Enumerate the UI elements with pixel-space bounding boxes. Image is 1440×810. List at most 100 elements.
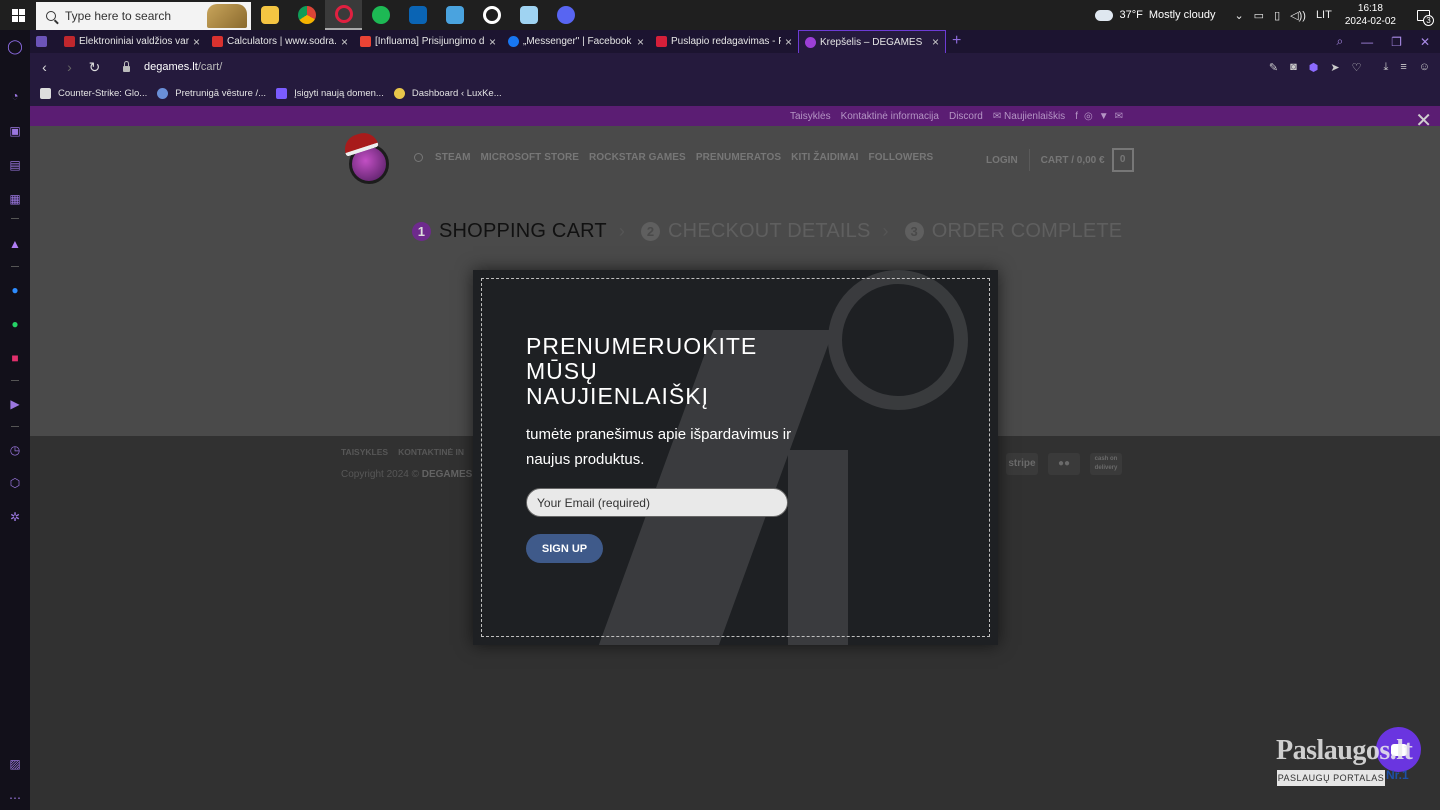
profile-icon[interactable]: ☺ <box>1419 61 1430 74</box>
bookmark-item[interactable]: Dashboard ‹ LuxKe... <box>393 88 502 99</box>
whatsapp-icon[interactable]: ● <box>7 316 23 332</box>
search-icon[interactable] <box>414 153 423 162</box>
maximize-icon[interactable]: ❐ <box>1391 35 1402 49</box>
minimize-icon[interactable]: — <box>1361 35 1373 49</box>
chevron-up-icon[interactable]: ⌄ <box>1234 9 1243 22</box>
discord-app-icon[interactable] <box>547 0 584 30</box>
step-number: 1 <box>412 222 431 241</box>
login-link[interactable]: LOGIN <box>986 155 1018 166</box>
download-icon[interactable]: ⤓ <box>1383 61 1388 74</box>
cube-icon[interactable]: ⬡ <box>7 475 23 491</box>
notes-app-icon[interactable] <box>510 0 547 30</box>
steelseries-icon[interactable] <box>473 0 510 30</box>
volume-icon[interactable]: ◁)) <box>1290 9 1306 22</box>
notifications-button[interactable]: 3 <box>1410 2 1436 28</box>
close-tab-icon[interactable]: × <box>193 35 200 49</box>
history-icon[interactable]: ◷ <box>7 442 23 458</box>
close-popup-icon[interactable]: ✕ <box>1415 111 1432 131</box>
step-order-complete[interactable]: 3 ORDER COMPLETE <box>904 220 1123 243</box>
aria-ai-icon[interactable]: ▲ <box>7 236 23 252</box>
forward-icon[interactable]: › <box>57 59 82 75</box>
nav-microsoft-store[interactable]: MICROSOFT STORE <box>481 152 580 163</box>
language-indicator[interactable]: LIT <box>1316 9 1332 21</box>
close-tab-icon[interactable]: × <box>932 35 939 49</box>
topbar-link-contacts[interactable]: Kontaktinė informacija <box>841 111 939 122</box>
tab-workspace[interactable] <box>30 30 58 53</box>
twitch-icon[interactable]: ▤ <box>7 157 23 173</box>
tab-messenger[interactable]: „Messenger" | Facebook × <box>502 30 650 53</box>
camera-icon[interactable]: ◙ <box>1290 61 1297 74</box>
cart-link[interactable]: CART / 0,00 € <box>1041 155 1105 166</box>
twitter-icon[interactable]: ▼ <box>1099 111 1109 122</box>
tab-search-icon[interactable]: ⌕ <box>1336 34 1343 49</box>
player-icon[interactable]: ▶ <box>7 396 23 412</box>
close-window-icon[interactable]: ✕ <box>1420 35 1430 49</box>
bookmark-item[interactable]: Counter-Strike: Glo... <box>40 88 147 99</box>
display-icon[interactable]: ▭ <box>1254 9 1264 22</box>
file-explorer-icon[interactable] <box>251 0 288 30</box>
start-button[interactable] <box>0 0 36 30</box>
tab-puslapio[interactable]: Puslapio redagavimas - Pas × <box>650 30 798 53</box>
signup-button[interactable]: SIGN UP <box>526 534 603 563</box>
weather-widget[interactable]: 37°F Mostly cloudy <box>1093 5 1215 21</box>
bookmark-item[interactable]: Pretrunigā vēsture /... <box>157 88 266 99</box>
newsletter-popup: PRENUMERUOKITE MŪSŲ NAUJIENLAIŠKĮ tumėte… <box>473 270 998 645</box>
close-tab-icon[interactable]: × <box>637 35 644 49</box>
facebook-favicon-icon <box>508 36 519 47</box>
new-tab-button[interactable]: + <box>952 30 961 53</box>
tab-sodra[interactable]: Calculators | www.sodra.lt/c × <box>206 30 354 53</box>
topbar-newsletter[interactable]: ✉ Naujienlaiškis <box>993 111 1065 122</box>
step-shopping-cart[interactable]: 1 SHOPPING CART <box>412 220 607 243</box>
facebook-icon[interactable]: f <box>1075 111 1078 122</box>
settings-gear-icon[interactable]: ✲ <box>7 509 23 525</box>
chrome-icon[interactable] <box>288 0 325 30</box>
nav-rockstar-games[interactable]: ROCKSTAR GAMES <box>589 152 686 163</box>
url-field[interactable]: degames.lt/cart/ <box>144 61 222 73</box>
close-tab-icon[interactable]: × <box>341 35 348 49</box>
image-icon[interactable]: ▨ <box>7 756 23 772</box>
messenger-icon[interactable]: ● <box>7 282 23 298</box>
reload-icon[interactable]: ↻ <box>82 59 107 76</box>
opera-menu-icon[interactable]: ◯ <box>7 38 23 54</box>
tab-degames[interactable]: Krepšelis – DEGAMES × <box>798 30 946 53</box>
step-checkout-details[interactable]: 2 CHECKOUT DETAILS <box>641 220 871 243</box>
addons-icon[interactable]: ▦ <box>7 191 23 207</box>
shopping-icon[interactable]: ▣ <box>7 123 23 139</box>
nav-steam[interactable]: STEAM <box>435 152 471 163</box>
tab-gmail[interactable]: [Influama] Prisijungimo duo × <box>354 30 502 53</box>
nav-followers[interactable]: FOLLOWERS <box>869 152 934 163</box>
heart-icon[interactable]: ♡ <box>1352 61 1362 74</box>
nav-prenumeratos[interactable]: PRENUMERATOS <box>696 152 781 163</box>
tab-elektroniniai[interactable]: Elektroniniai valdžios vartai × <box>58 30 206 53</box>
news-app-icon[interactable] <box>436 0 473 30</box>
degames-logo[interactable] <box>341 129 393 184</box>
edit-icon[interactable]: ✎ <box>1269 61 1278 74</box>
topbar-link-discord[interactable]: Discord <box>949 111 983 122</box>
spotify-icon[interactable] <box>362 0 399 30</box>
close-tab-icon[interactable]: × <box>489 35 496 49</box>
easy-setup-icon[interactable]: ≡ <box>1400 61 1406 74</box>
email-field[interactable] <box>526 488 788 517</box>
p-favicon-icon <box>656 36 667 47</box>
opera-icon[interactable] <box>325 0 362 30</box>
footer-link-rules[interactable]: TAISYKLES <box>341 447 388 457</box>
outlook-icon[interactable] <box>399 0 436 30</box>
battery-icon[interactable]: ▯ <box>1274 9 1280 22</box>
more-options-icon[interactable]: ⋯ <box>7 790 23 806</box>
instagram-icon[interactable]: ■ <box>7 350 23 366</box>
cart-count-badge[interactable]: 0 <box>1111 148 1134 172</box>
nav-kiti-zaidimai[interactable]: KITI ŽAIDIMAI <box>791 152 858 163</box>
footer-link-contacts[interactable]: KONTAKTINĖ IN <box>398 447 464 457</box>
topbar-link-rules[interactable]: Taisyklės <box>790 111 831 122</box>
speed-dial-icon[interactable]: ◔ <box>7 88 23 104</box>
vpn-shield-icon[interactable]: ⬢ <box>1309 61 1319 74</box>
clock[interactable]: 16:18 2024-02-02 <box>1345 2 1396 28</box>
send-icon[interactable]: ➤ <box>1330 61 1339 74</box>
taskbar-search[interactable]: Type here to search <box>36 1 251 30</box>
bookmark-item[interactable]: Įsigyti naują domen... <box>276 88 384 99</box>
instagram-icon[interactable]: ◎ <box>1084 111 1093 122</box>
lock-icon[interactable] <box>123 61 130 72</box>
back-icon[interactable]: ‹ <box>32 59 57 75</box>
close-tab-icon[interactable]: × <box>785 35 792 49</box>
email-icon[interactable]: ✉ <box>1115 111 1123 122</box>
